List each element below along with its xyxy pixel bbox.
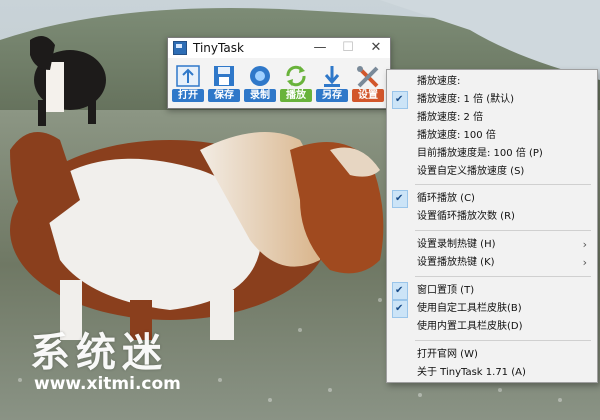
- play-icon: [286, 65, 306, 87]
- save-as-label: 另存: [316, 89, 348, 102]
- menu-item-label: 播放速度: 2 倍: [417, 112, 484, 123]
- record-icon: [250, 66, 270, 86]
- settings-icon: [357, 66, 379, 88]
- menu-separator: [415, 340, 591, 341]
- menu-item-about[interactable]: 关于 TinyTask 1.71 (A): [387, 364, 597, 382]
- window-title: TinyTask: [193, 41, 244, 55]
- close-button[interactable]: ✕: [362, 38, 390, 58]
- menu-item-label: 打开官网 (W): [417, 349, 478, 360]
- watermark-logo-text: 系统迷: [30, 329, 168, 376]
- tinytask-window: TinyTask — ☐ ✕ 打开 保存 录制 播放 另存 设置: [167, 37, 391, 109]
- menu-item-open-website[interactable]: 打开官网 (W): [387, 346, 597, 364]
- settings-button[interactable]: 设置: [352, 63, 384, 103]
- maximize-button[interactable]: ☐: [334, 38, 362, 58]
- save-as-icon: [324, 66, 340, 87]
- menu-item-label: 窗口置顶 (T): [417, 285, 475, 296]
- menu-item-label: 使用自定工具栏皮肤(B): [417, 303, 522, 314]
- menu-item-current-speed[interactable]: 目前播放速度是: 100 倍 (P): [387, 145, 597, 163]
- menu-item-playback-speed-header: 播放速度:: [387, 73, 597, 91]
- play-button[interactable]: 播放: [280, 63, 312, 103]
- open-label: 打开: [172, 89, 204, 102]
- menu-item-label: 使用内置工具栏皮肤(D): [417, 321, 523, 332]
- checkmark-icon: [392, 91, 408, 109]
- menu-item-label: 循环播放 (C): [417, 193, 475, 204]
- checkmark-icon: [392, 300, 408, 318]
- menu-item-always-on-top[interactable]: 窗口置顶 (T): [387, 282, 597, 300]
- menu-item-label: 设置循环播放次数 (R): [417, 211, 515, 222]
- open-icon: [176, 65, 200, 87]
- menu-item-label: 播放速度: 1 倍 (默认): [417, 94, 515, 105]
- menu-item-label: 设置自定义播放速度 (S): [417, 166, 525, 177]
- chevron-right-icon: ›: [582, 238, 587, 251]
- menu-item-speed-1x[interactable]: 播放速度: 1 倍 (默认): [387, 91, 597, 109]
- chevron-right-icon: ›: [582, 256, 587, 269]
- record-button[interactable]: 录制: [244, 63, 276, 103]
- settings-label: 设置: [352, 89, 384, 102]
- save-as-button[interactable]: 另存: [316, 63, 348, 103]
- menu-item-record-hotkey[interactable]: 设置录制热键 (H) ›: [387, 236, 597, 254]
- toolbar: 打开 保存 录制 播放 另存 设置: [168, 58, 390, 103]
- checkmark-icon: [392, 282, 408, 300]
- menu-item-speed-100x[interactable]: 播放速度: 100 倍: [387, 127, 597, 145]
- menu-separator: [415, 184, 591, 185]
- watermark: 系统迷 www.xitmi.com: [30, 320, 200, 394]
- menu-item-builtin-skin[interactable]: 使用内置工具栏皮肤(D): [387, 318, 597, 336]
- save-label: 保存: [208, 89, 240, 102]
- title-bar[interactable]: TinyTask — ☐ ✕: [168, 38, 390, 58]
- menu-separator: [415, 230, 591, 231]
- settings-context-menu: 播放速度: 播放速度: 1 倍 (默认) 播放速度: 2 倍 播放速度: 100…: [386, 69, 598, 383]
- menu-item-label: 设置录制热键 (H): [417, 239, 496, 250]
- menu-item-play-hotkey[interactable]: 设置播放热键 (K) ›: [387, 254, 597, 272]
- play-label: 播放: [280, 89, 312, 102]
- save-icon: [214, 66, 234, 86]
- menu-item-label: 播放速度:: [417, 76, 461, 87]
- menu-item-label: 播放速度: 100 倍: [417, 130, 496, 141]
- menu-item-label: 目前播放速度是: 100 倍 (P): [417, 148, 543, 159]
- menu-item-label: 关于 TinyTask 1.71 (A): [417, 367, 526, 378]
- menu-item-speed-2x[interactable]: 播放速度: 2 倍: [387, 109, 597, 127]
- app-icon: [173, 41, 187, 55]
- menu-item-label: 设置播放热键 (K): [417, 257, 495, 268]
- menu-separator: [415, 276, 591, 277]
- save-button[interactable]: 保存: [208, 63, 240, 103]
- checkmark-icon: [392, 190, 408, 208]
- watermark-url: www.xitmi.com: [34, 374, 181, 394]
- open-button[interactable]: 打开: [172, 63, 204, 103]
- menu-item-custom-skin[interactable]: 使用自定工具栏皮肤(B): [387, 300, 597, 318]
- minimize-button[interactable]: —: [306, 38, 334, 58]
- record-label: 录制: [244, 89, 276, 102]
- menu-item-loop-count[interactable]: 设置循环播放次数 (R): [387, 208, 597, 226]
- menu-item-custom-speed[interactable]: 设置自定义播放速度 (S): [387, 163, 597, 181]
- menu-item-loop-playback[interactable]: 循环播放 (C): [387, 190, 597, 208]
